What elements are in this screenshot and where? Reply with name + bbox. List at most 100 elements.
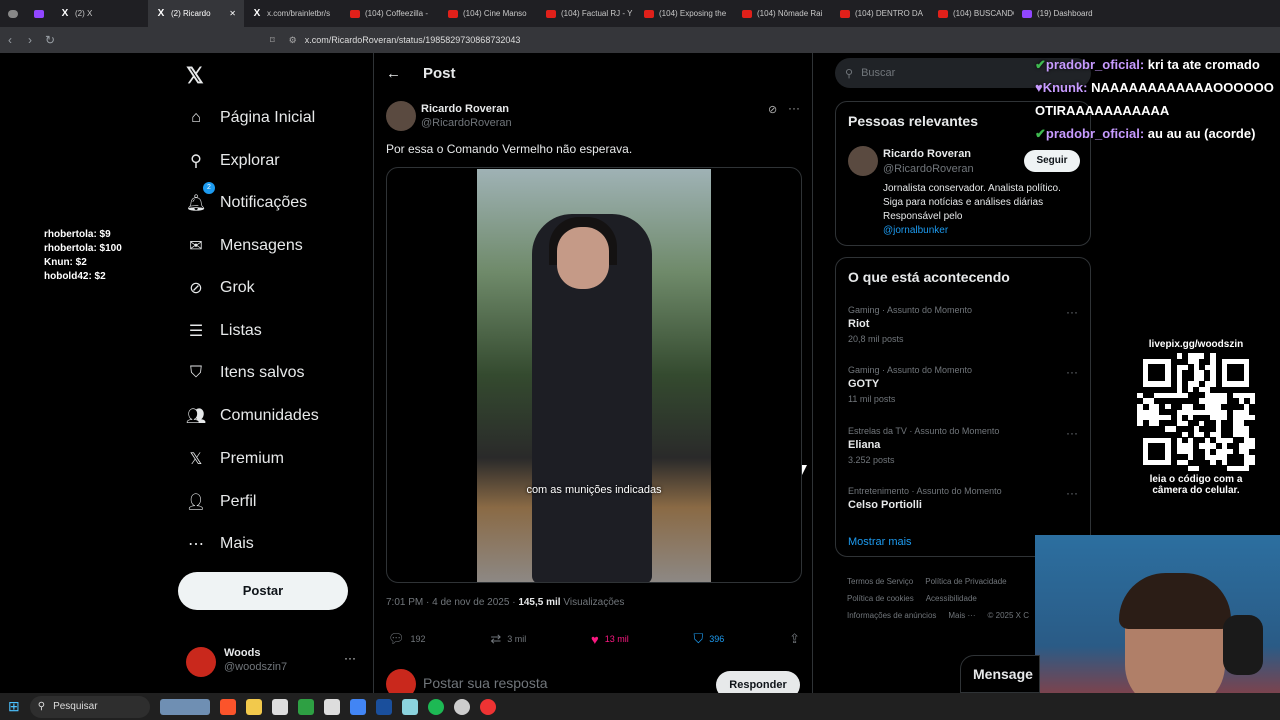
app-icon[interactable] [271, 698, 288, 715]
sidebar-item-profile[interactable]: 👤︎ Perfil [186, 482, 257, 522]
browser-tab[interactable]: (104) BUSCANDO [930, 0, 1014, 27]
footer-link[interactable]: Política de Privacidade [925, 577, 1006, 586]
bookmark-page-icon[interactable]: ⌑ [270, 35, 275, 46]
url-field[interactable]: ⌑ ⚙ x.com/RicardoRoveran/status/19858297… [270, 31, 990, 49]
youtube-icon [938, 9, 948, 18]
messages-drawer[interactable]: Mensage [960, 655, 1040, 693]
brave-icon[interactable] [219, 698, 236, 715]
qr-module [1204, 358, 1211, 365]
author-name[interactable]: Ricardo Roveran [421, 103, 509, 115]
trend-item[interactable]: Gaming · Assunto do Momento GOTY 11 mil po… [848, 365, 1078, 404]
video-player[interactable]: com as munições indicadas [386, 167, 802, 583]
footer-link[interactable]: Acessibilidade [926, 594, 977, 603]
sidebar-item-communities[interactable]: 👥︎ Comunidades [186, 396, 319, 436]
more-icon[interactable]: ··· [1066, 426, 1078, 440]
footer-link[interactable]: Política de cookies [847, 594, 914, 603]
close-icon[interactable]: ✕ [229, 9, 236, 18]
reply-button[interactable]: 💬︎ 192 [388, 631, 426, 647]
more-icon[interactable]: ··· [1066, 486, 1078, 500]
reload-icon[interactable]: ↻ [40, 33, 60, 47]
avatar[interactable] [386, 101, 416, 131]
more-icon[interactable]: ··· [1066, 305, 1078, 319]
browser-tab[interactable]: Xx.com/brainletbr/s [244, 0, 342, 27]
site-info-icon[interactable]: ⚙ [289, 35, 297, 46]
sidebar-item-bookmarks[interactable]: ⛉ Itens salvos [186, 353, 305, 393]
sidebar-item-grok[interactable]: ⊘ Grok [186, 268, 254, 308]
sidebar-item-label: Itens salvos [220, 364, 305, 381]
repost-count: 3 mil [507, 634, 527, 644]
back-arrow-icon[interactable]: ← [386, 65, 401, 82]
app-icon[interactable] [401, 698, 418, 715]
folder-icon[interactable] [245, 698, 262, 715]
sidebar-item-home[interactable]: ⌂ Página Inicial [186, 98, 315, 138]
show-more-link[interactable]: Mostrar mais [848, 536, 912, 548]
tab-title: (104) Exposing the [659, 9, 727, 18]
more-icon[interactable]: ··· [1066, 365, 1078, 379]
author-handle[interactable]: @RicardoRoveran [421, 117, 512, 129]
tab-title: (104) Nômade Rai [757, 9, 823, 18]
more-icon[interactable]: ··· [788, 101, 800, 115]
app-icon[interactable] [375, 698, 392, 715]
trend-name: Celso Portiolli [848, 499, 922, 511]
views-label: Visualizações [560, 597, 625, 608]
qr-module [1159, 454, 1166, 461]
app-icon[interactable] [349, 698, 366, 715]
video-frame[interactable]: com as munições indicadas [477, 169, 711, 582]
obs-icon[interactable] [479, 698, 496, 715]
person-handle[interactable]: @RicardoRoveran [883, 163, 974, 175]
sidebar-item-more[interactable]: ⋯ Mais [186, 524, 254, 564]
footer-link[interactable]: Informações de anúncios [847, 611, 936, 620]
more-icon[interactable]: ··· [344, 651, 356, 665]
trend-item[interactable]: Estrelas da TV · Assunto do Momento Elian… [848, 426, 1078, 465]
weather-widget-icon[interactable] [159, 698, 210, 715]
app-icon[interactable] [297, 698, 314, 715]
card-title: O que está acontecendo [848, 269, 1010, 285]
browser-tab[interactable]: (104) Factual RJ - Y [538, 0, 636, 27]
sidebar-item-label: Explorar [220, 152, 280, 169]
footer-link[interactable]: Mais ··· [948, 611, 975, 620]
sidebar-item-notifications[interactable]: 🔔︎ 2 Notificações [186, 182, 307, 223]
windows-start-icon[interactable]: ⊞ [8, 698, 20, 715]
browser-tab[interactable] [0, 0, 26, 27]
taskbar-search[interactable]: ⚲ Pesquisar [29, 695, 150, 718]
trend-item[interactable]: Gaming · Assunto do Momento Riot 20,8 mil … [848, 305, 1078, 344]
forward-icon[interactable]: › [20, 33, 40, 47]
sidebar-item-explore[interactable]: ⚲ Explorar [186, 141, 280, 181]
post-button[interactable]: Postar [178, 572, 348, 610]
qr-module [1181, 437, 1188, 444]
trend-item[interactable]: Entretenimento · Assunto do Momento Celso… [848, 486, 1078, 515]
account-switcher[interactable]: Woods @woodszin7 ··· [186, 643, 366, 683]
sidebar-item-premium[interactable]: 𝕏 Premium [186, 439, 284, 479]
footer-link[interactable]: Termos de Serviço [847, 577, 913, 586]
post-time[interactable]: 7:01 PM · 4 de nov de 2025 · [386, 597, 518, 608]
qr-module [1249, 431, 1255, 438]
browser-tab[interactable]: (104) Coffeezilla - [342, 0, 440, 27]
share-button[interactable]: ⇪ [789, 631, 800, 647]
bookmark-button[interactable]: ⛉ 396 [694, 631, 725, 647]
avatar[interactable] [848, 146, 878, 176]
browser-tab[interactable] [26, 0, 52, 27]
repost-button[interactable]: ⇄ 3 mil [490, 631, 526, 647]
sidebar-item-messages[interactable]: ✉ Mensagens [186, 226, 302, 266]
bio-link[interactable]: @jornalbunker [883, 225, 948, 236]
browser-tab[interactable]: (104) Exposing the [636, 0, 734, 27]
back-icon[interactable]: ‹ [0, 33, 20, 47]
x-logo-icon[interactable]: 𝕏 [186, 63, 204, 89]
person-name[interactable]: Ricardo Roveran [883, 148, 971, 160]
browser-tab[interactable]: (19) Dashboard / S [1014, 0, 1094, 27]
chat-user: Knunk: [1042, 80, 1088, 95]
sidebar-item-lists[interactable]: ☰ Listas [186, 311, 262, 351]
reply-input[interactable]: Postar sua resposta [423, 675, 548, 691]
browser-tab[interactable]: (104) Cine Manso [440, 0, 538, 27]
post-author[interactable]: Ricardo Roveran @RicardoRoveran ⊘ ··· [386, 101, 806, 131]
grok-icon[interactable]: ⊘ [768, 103, 777, 116]
tab-title: (19) Dashboard / S [1037, 9, 1094, 18]
browser-tab[interactable]: X (2) X [52, 0, 148, 27]
browser-tab[interactable]: (104) Nômade Rai [734, 0, 832, 27]
spotify-icon[interactable] [427, 698, 444, 715]
like-button[interactable]: ♥ 13 mil [591, 632, 629, 647]
browser-tab-active[interactable]: X (2) Ricardo ✕ [148, 0, 244, 27]
browser-tab[interactable]: (104) DENTRO DA [832, 0, 930, 27]
app-icon[interactable] [453, 698, 470, 715]
app-icon[interactable] [323, 698, 340, 715]
